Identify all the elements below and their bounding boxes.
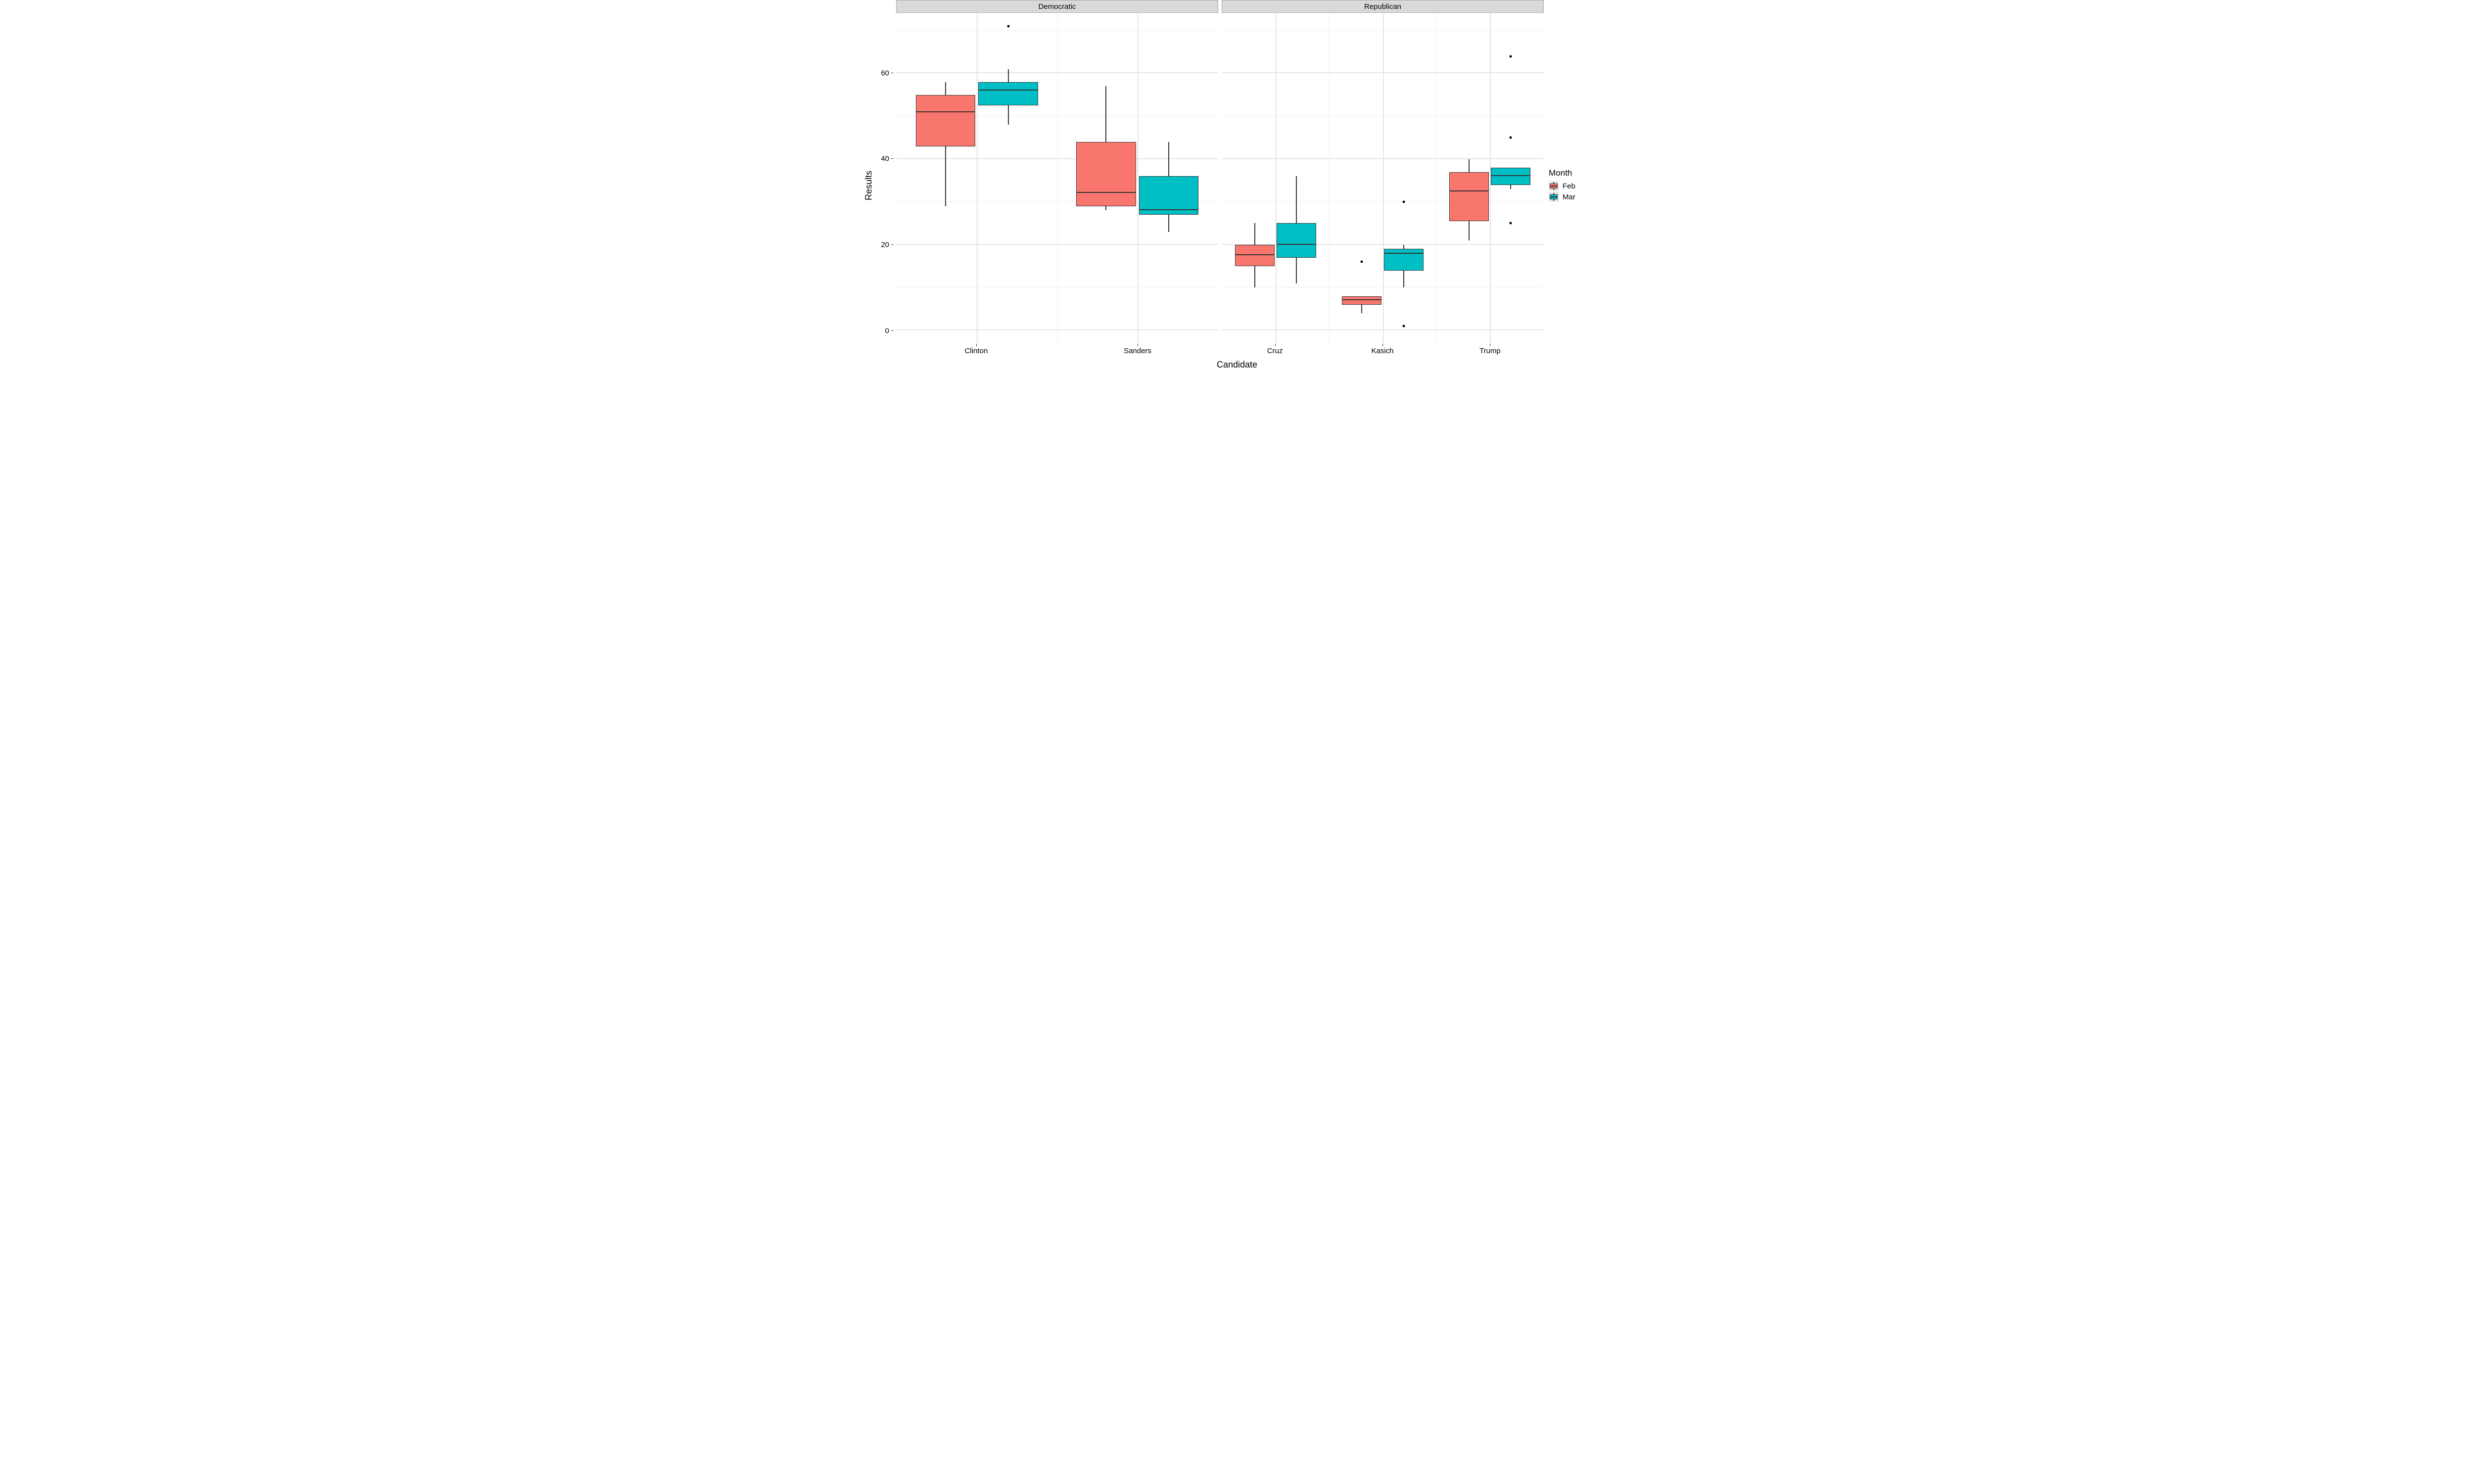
box-sanders-mar — [1139, 176, 1198, 215]
legend-label-mar: Mar — [1563, 193, 1575, 201]
outlier-point — [1510, 137, 1512, 139]
legend-key-feb — [1549, 181, 1559, 191]
panel-body — [896, 13, 1218, 344]
x-axis-ticks: Clinton Sanders Cruz Kasich Trump — [896, 346, 1544, 356]
legend-title: Month — [1549, 168, 1603, 178]
legend-key-mar — [1549, 192, 1559, 202]
y-axis-ticks: 0 20 40 60 — [866, 0, 893, 371]
panel-body — [1222, 13, 1544, 344]
legend: Month Feb Mar — [1549, 168, 1603, 203]
box-trump-mar — [1491, 168, 1530, 185]
x-tick-label: Clinton — [965, 346, 988, 356]
box-trump-feb — [1449, 172, 1489, 222]
facet-panel-republican: Republican — [1221, 0, 1544, 344]
chart-container: Results 0204060 DemocraticRepublican Cli… — [866, 0, 1608, 371]
outlier-point — [1510, 222, 1512, 225]
box-clinton-feb — [916, 95, 975, 146]
facet-strip: Republican — [1222, 0, 1544, 13]
outlier-point — [1402, 325, 1405, 327]
y-tick-label: 40 — [881, 155, 889, 163]
x-axis-title: Candidate — [1217, 360, 1257, 370]
y-tick-label: 0 — [885, 327, 889, 334]
legend-label-feb: Feb — [1563, 182, 1575, 190]
x-tick-label: Trump — [1479, 346, 1501, 356]
x-tick-label: Kasich — [1371, 346, 1393, 356]
legend-item-feb: Feb — [1549, 181, 1603, 191]
facet-panel-democratic: Democratic — [896, 0, 1218, 344]
outlier-point — [1361, 261, 1363, 263]
legend-item-mar: Mar — [1549, 192, 1603, 202]
y-tick-label: 20 — [881, 241, 889, 249]
box-clinton-mar — [978, 82, 1038, 106]
box-cruz-mar — [1277, 223, 1316, 257]
box-sanders-feb — [1076, 142, 1136, 206]
outlier-point — [1510, 55, 1512, 57]
x-tick-label: Cruz — [1267, 346, 1283, 356]
facet-strip: Democratic — [896, 0, 1218, 13]
box-kasich-mar — [1384, 249, 1424, 270]
y-tick-label: 60 — [881, 69, 889, 77]
outlier-point — [1402, 201, 1405, 203]
facet-panels: Democratic Republican — [896, 0, 1544, 344]
x-tick-label: Sanders — [1124, 346, 1151, 356]
outlier-point — [1007, 25, 1009, 28]
box-cruz-feb — [1235, 245, 1275, 266]
box-kasich-feb — [1342, 296, 1381, 305]
